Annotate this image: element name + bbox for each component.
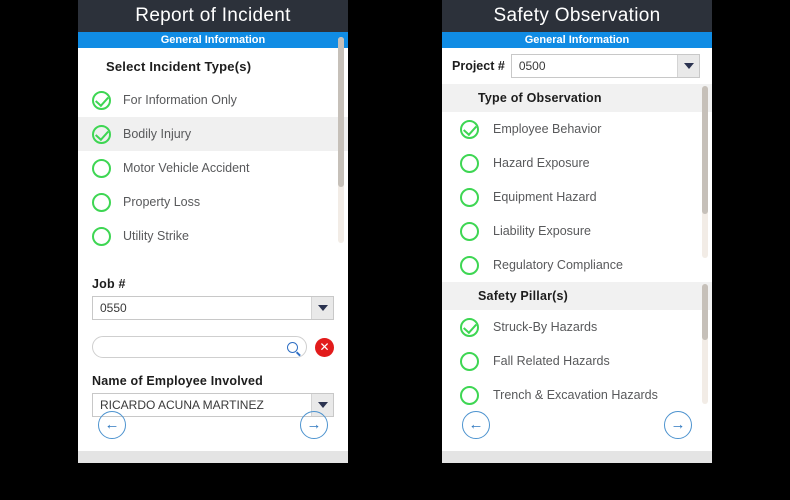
list-item[interactable]: Fall Related Hazards [442,344,712,378]
list-item-label: Liability Exposure [493,224,591,238]
safety-pillar-header: Safety Pillar(s) [442,282,712,310]
check-circle-icon[interactable] [92,124,111,144]
list-item[interactable]: Regulatory Compliance [442,248,712,282]
list-item[interactable]: Struck-By Hazards [442,310,712,344]
next-button[interactable]: → [300,411,328,439]
page-title: Safety Observation [442,0,712,32]
search-row: ✕ [78,336,348,358]
list-item-label: Regulatory Compliance [493,258,623,272]
section-subtitle: General Information [78,32,348,48]
observation-type-section: Type of Observation Employee Behavior Ha… [442,84,712,282]
project-select[interactable]: 0500 [510,54,700,78]
empty-circle-icon[interactable] [92,226,111,246]
list-item[interactable]: Employee Behavior [442,112,712,146]
empty-circle-icon[interactable] [92,192,111,212]
list-item-label: Hazard Exposure [493,156,590,170]
job-select-value: 0550 [100,301,127,315]
employee-field-label: Name of Employee Involved [92,374,264,388]
list-item-label: Equipment Hazard [493,190,597,204]
list-item-label: Struck-By Hazards [493,320,598,334]
check-circle-icon[interactable] [460,317,479,337]
list-item[interactable]: Bodily Injury [78,117,348,151]
empty-circle-icon[interactable] [460,187,479,207]
job-field-label: Job # [92,277,126,291]
pillar-list-scrollbar[interactable] [702,284,708,404]
incident-type-list: For Information Only Bodily Injury Motor… [78,37,348,253]
observation-list-scrollbar[interactable] [702,86,708,258]
list-item[interactable]: Utility Strike [78,219,348,253]
incident-list-scrollbar[interactable] [338,37,344,243]
next-button[interactable]: → [664,411,692,439]
list-item-label: Motor Vehicle Accident [123,161,250,175]
search-input[interactable] [92,336,307,358]
employee-select-value: RICARDO ACUNA MARTINEZ [100,398,264,412]
list-item[interactable]: Property Loss [78,185,348,219]
list-item-label: Fall Related Hazards [493,354,610,368]
chevron-down-icon[interactable] [677,55,699,77]
list-item[interactable]: For Information Only [78,83,348,117]
scrollbar-thumb[interactable] [702,284,708,340]
incident-report-panel: Report of Incident General Information S… [78,0,348,463]
empty-circle-icon[interactable] [92,158,111,178]
list-item-label: Employee Behavior [493,122,602,136]
list-item[interactable]: Liability Exposure [442,214,712,248]
list-item-label: For Information Only [123,93,237,107]
list-item[interactable]: Motor Vehicle Accident [78,151,348,185]
scrollbar-thumb[interactable] [338,37,344,187]
list-item[interactable]: Hazard Exposure [442,146,712,180]
clear-search-button[interactable]: ✕ [315,337,334,357]
observation-type-header: Type of Observation [442,84,712,112]
list-item-label: Property Loss [123,195,201,209]
list-item-label: Utility Strike [123,229,189,243]
incident-form-body: Select Incident Type(s) For Information … [78,37,348,463]
list-item[interactable]: Trench & Excavation Hazards [442,378,712,412]
project-select-value: 0500 [518,59,546,73]
footer-bar [442,451,712,463]
check-circle-icon[interactable] [460,119,479,139]
empty-circle-icon[interactable] [460,255,479,275]
navigation-row: ← → [442,411,712,439]
empty-circle-icon[interactable] [460,153,479,173]
chevron-down-icon[interactable] [311,297,333,319]
job-select[interactable]: 0550 [92,296,334,320]
navigation-row: ← → [78,411,348,439]
empty-circle-icon[interactable] [460,385,479,405]
back-button[interactable]: ← [98,411,126,439]
safety-pillar-section: Safety Pillar(s) Struck-By Hazards Fall … [442,282,712,412]
incident-type-heading: Select Incident Type(s) [106,59,252,74]
search-icon[interactable] [287,341,298,353]
footer-bar [78,451,348,463]
safety-observation-panel: Safety Observation General Information P… [442,0,712,463]
project-field-group: Project # 0500 [442,48,712,84]
scrollbar-thumb[interactable] [702,86,708,214]
empty-circle-icon[interactable] [460,351,479,371]
list-item[interactable]: Equipment Hazard [442,180,712,214]
job-field-group: Job # 0550 [78,277,348,320]
back-button[interactable]: ← [462,411,490,439]
page-title: Report of Incident [78,0,348,32]
list-item-label: Trench & Excavation Hazards [493,388,658,402]
list-item-label: Bodily Injury [123,127,192,141]
observation-form-body: Project # 0500 Type of Observation Emplo… [442,48,712,463]
section-subtitle: General Information [442,32,712,48]
project-field-label: Project # [452,59,505,73]
check-circle-icon[interactable] [92,90,111,110]
empty-circle-icon[interactable] [460,221,479,241]
